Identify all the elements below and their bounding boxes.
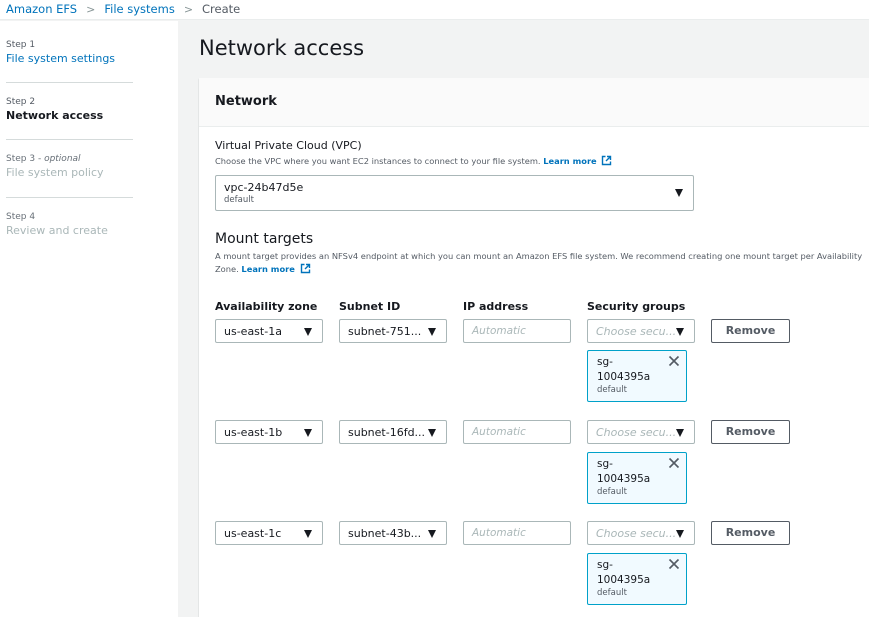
step-link-file-system-settings[interactable]: File system settings [6, 52, 133, 65]
caret-down-icon [304, 429, 312, 437]
ip-address-input[interactable]: Automatic [463, 319, 571, 343]
step-current-network-access: Network access [6, 109, 104, 122]
page-title: Network access [199, 36, 365, 60]
caret-down-icon [304, 328, 312, 336]
subnet-id-select[interactable]: subnet-43b... [339, 521, 447, 545]
availability-zone-value: us-east-1a [224, 325, 282, 338]
subnet-id-value: subnet-43b... [348, 527, 422, 540]
security-groups-select[interactable]: Choose secu... [587, 420, 695, 444]
vpc-learn-more-link[interactable]: Learn more [543, 156, 596, 166]
availability-zone-value: us-east-1c [224, 527, 282, 540]
subnet-id-select[interactable]: subnet-751... [339, 319, 447, 343]
subnet-id-value: subnet-751... [348, 325, 422, 338]
remove-mount-target-button[interactable]: Remove [711, 420, 790, 444]
chevron-right-icon: > [183, 2, 194, 16]
availability-zone-value: us-east-1b [224, 426, 283, 439]
ip-address-input[interactable]: Automatic [463, 521, 571, 545]
wizard-step-1: Step 1 File system settings [6, 40, 133, 65]
mount-targets-description-text: A mount target provides an NFSv4 endpoin… [215, 251, 863, 274]
close-icon[interactable] [668, 457, 680, 469]
ip-address-placeholder: Automatic [472, 527, 526, 539]
external-link-icon[interactable] [300, 263, 311, 274]
breadcrumb-amazon-efs[interactable]: Amazon EFS [6, 2, 77, 16]
close-icon[interactable] [668, 558, 680, 570]
step-kicker: Step 1 [6, 40, 36, 50]
breadcrumb-create: Create [202, 2, 241, 16]
panel-title: Network [215, 94, 277, 109]
vpc-select-sublabel: default [224, 195, 254, 205]
ip-address-input[interactable]: Automatic [463, 420, 571, 444]
caret-down-icon [428, 328, 436, 336]
security-groups-select[interactable]: Choose secu... [587, 521, 695, 545]
caret-down-icon [428, 530, 436, 538]
ip-address-placeholder: Automatic [472, 426, 526, 438]
remove-mount-target-button[interactable]: Remove [711, 319, 790, 343]
chevron-right-icon: > [86, 2, 96, 16]
security-group-id: sg-1004395a [597, 458, 651, 485]
close-icon[interactable] [668, 355, 680, 367]
external-link-icon[interactable] [601, 155, 612, 166]
availability-zone-select[interactable]: us-east-1a [215, 319, 323, 343]
step-divider [6, 197, 133, 198]
security-group-token: sg-1004395a default [587, 553, 687, 605]
step-divider [6, 82, 133, 83]
remove-mount-target-button[interactable]: Remove [711, 521, 790, 545]
subnet-id-select[interactable]: subnet-16fd... [339, 420, 447, 444]
security-groups-select[interactable]: Choose secu... [587, 319, 695, 343]
subnet-id-value: subnet-16fd... [348, 426, 426, 439]
security-group-token: sg-1004395a default [587, 350, 687, 402]
column-header-availability-zone: Availability zone [215, 300, 318, 313]
network-panel: Network Virtual Private Cloud (VPC) Choo… [199, 78, 869, 617]
security-group-id: sg-1004395a [597, 559, 651, 586]
column-header-subnet-id: Subnet ID [339, 300, 401, 313]
availability-zone-select[interactable]: us-east-1c [215, 521, 323, 545]
caret-down-icon [676, 328, 684, 336]
step-kicker-number: Step 3 - [6, 154, 45, 164]
caret-down-icon [676, 530, 684, 538]
breadcrumb: Amazon EFS > File systems > Create [6, 2, 240, 16]
step-kicker: Step 2 [6, 97, 36, 107]
top-bar: Amazon EFS > File systems > Create [0, 0, 869, 20]
wizard-step-3: Step 3 - optional File system policy [6, 154, 133, 179]
ip-address-placeholder: Automatic [472, 325, 526, 337]
step-kicker: Step 4 [6, 212, 36, 222]
mount-target-row: us-east-1c subnet-43b... Automatic Choos… [199, 521, 869, 607]
vpc-description: Choose the VPC where you want EC2 instan… [215, 155, 612, 168]
vpc-label: Virtual Private Cloud (VPC) [215, 139, 362, 152]
panel-header: Network [199, 78, 869, 127]
availability-zone-select[interactable]: us-east-1b [215, 420, 323, 444]
security-groups-placeholder: Choose secu... [596, 426, 677, 439]
step-file-system-policy: File system policy [6, 166, 104, 179]
breadcrumb-file-systems[interactable]: File systems [104, 2, 174, 16]
caret-down-icon [676, 429, 684, 437]
mount-target-row: us-east-1b subnet-16fd... Automatic Choo… [199, 420, 869, 506]
security-groups-placeholder: Choose secu... [596, 527, 677, 540]
mount-targets-description: A mount target provides an NFSv4 endpoin… [215, 250, 863, 276]
caret-down-icon [675, 189, 683, 197]
wizard-step-2: Step 2 Network access [6, 97, 133, 122]
vpc-description-text: Choose the VPC where you want EC2 instan… [215, 156, 541, 166]
step-review-and-create: Review and create [6, 224, 108, 237]
step-kicker: Step 3 - optional [6, 154, 133, 164]
step-divider [6, 139, 133, 140]
caret-down-icon [304, 530, 312, 538]
security-group-id: sg-1004395a [597, 356, 651, 383]
caret-down-icon [428, 429, 436, 437]
mount-targets-learn-more-link[interactable]: Learn more [241, 264, 294, 274]
step-optional-label: optional [44, 154, 81, 164]
security-groups-placeholder: Choose secu... [596, 325, 677, 338]
vpc-select[interactable]: vpc-24b47d5e default [215, 175, 694, 211]
security-group-sublabel: default [597, 385, 627, 395]
security-group-sublabel: default [597, 588, 627, 598]
security-group-token: sg-1004395a default [587, 452, 687, 504]
vpc-select-value: vpc-24b47d5e [224, 181, 304, 194]
wizard-steps-sidebar: Step 1 File system settings Step 2 Netwo… [0, 21, 178, 617]
mount-targets-title: Mount targets [215, 231, 314, 247]
security-group-sublabel: default [597, 487, 627, 497]
column-header-ip-address: IP address [463, 300, 529, 313]
mount-target-row: us-east-1a subnet-751... Automatic Choos… [199, 319, 869, 405]
column-header-security-groups: Security groups [587, 300, 686, 313]
wizard-step-4: Step 4 Review and create [6, 212, 133, 237]
